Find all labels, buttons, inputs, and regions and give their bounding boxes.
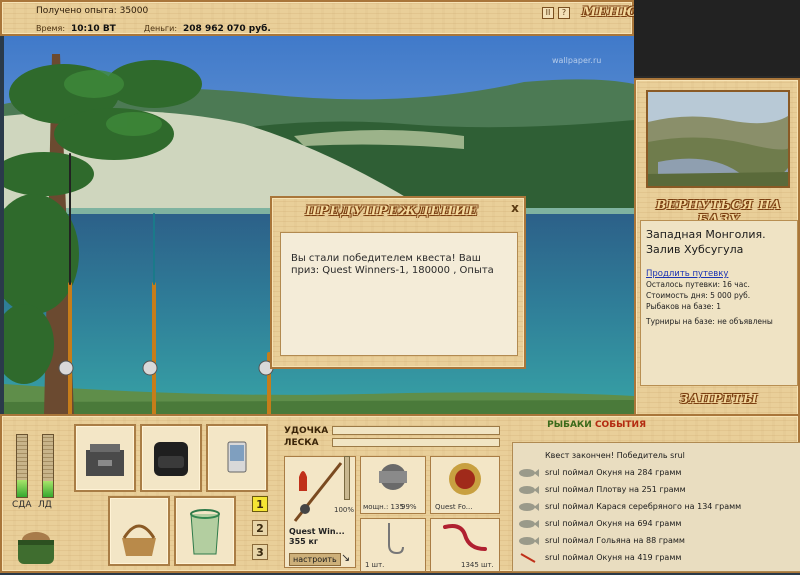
tackle-box-slot[interactable]	[74, 424, 136, 492]
bait-slot[interactable]: 1345 шт.	[430, 518, 500, 572]
events-panel: РЫБАКИ СОБЫТИЯ Квест закончен! Победител…	[508, 416, 800, 575]
tackle-box-icon	[86, 444, 124, 476]
location-photo	[646, 90, 790, 188]
bait-bag-icon[interactable]	[14, 526, 58, 566]
time-label: Время:	[36, 24, 66, 33]
list-item: srul поймал Карася серебряного на 134 гр…	[517, 498, 797, 515]
gauge-left-fill	[17, 479, 27, 497]
time-remaining: Осталось путевки: 16 час.	[646, 280, 750, 289]
keepnet-slot[interactable]	[174, 496, 236, 566]
rod-weight: 355 кг	[289, 537, 319, 546]
list-item: srul поймал Плотву на 251 грамм	[517, 481, 797, 498]
event-text: srul поймал Окуня на 419 грамм	[545, 553, 682, 562]
line-label: ЛЕСКА	[284, 438, 319, 448]
phone-icon	[227, 441, 247, 473]
list-item: Квест закончен! Победитель srul	[517, 447, 797, 464]
status-row: Время: 10:10 ВТ Деньги: 208 962 070 руб.	[36, 24, 271, 34]
event-text: srul поймал Плотву на 251 грамм	[545, 485, 686, 494]
watermark: wallpaper.ru	[552, 56, 602, 65]
tab-anglers[interactable]: РЫБАКИ	[547, 420, 592, 430]
worm-icon	[443, 524, 487, 551]
phone-slot[interactable]	[206, 424, 268, 492]
money-label: Деньги:	[143, 24, 178, 33]
event-text: srul поймал Гольяна на 88 грамм	[545, 536, 685, 545]
experience-text: Получено опыта: 35000	[36, 6, 149, 16]
events-list: Квест закончен! Победитель srul srul пой…	[512, 442, 800, 572]
gauge-left-label: СДА	[12, 500, 32, 510]
day-cost: Стоимость дня: 5 000 руб.	[646, 291, 751, 300]
list-item: srul поймал Окуня на 284 грамм	[517, 464, 797, 481]
bans-button[interactable]: ЗАПРЕТЫ	[642, 392, 796, 406]
dialog-title: ПРЕДУПРЕЖДЕНИЕ	[305, 204, 479, 219]
hook-slot[interactable]: 1 шт.	[360, 518, 426, 572]
tab-events[interactable]: СОБЫТИЯ	[595, 420, 646, 430]
extend-trip-link[interactable]: Продлить путевку	[646, 269, 792, 279]
hook-icon	[388, 523, 404, 555]
tournaments-status: Турниры на базе: не объявлены	[646, 317, 773, 326]
rod-3-button[interactable]: 3	[252, 544, 268, 560]
reel-power: мощн.: 135	[363, 503, 404, 511]
fish-icon	[519, 519, 539, 528]
list-item: srul поймал Окуня на 419 грамм	[517, 549, 797, 566]
reel-icon	[379, 464, 407, 490]
info-icon	[517, 450, 539, 462]
basket-icon	[122, 524, 156, 556]
top-status-bar: Получено опыта: 35000 Время: 10:10 ВТ Де…	[0, 0, 638, 36]
gauge-left	[16, 434, 28, 498]
event-text: srul поймал Окуня на 284 грамм	[545, 468, 682, 477]
reel-slot[interactable]: мощн.: 135 99%	[360, 456, 426, 514]
keepnet-icon	[190, 509, 220, 555]
time-value: 10:10 ВТ	[71, 24, 116, 34]
bottom-panel: СДА ЛД 1 2 3 УДОЧКА ЛЕСКА Quest Win... 3…	[0, 414, 800, 573]
anglers-count: Рыбаков на базе: 1	[646, 302, 721, 311]
rod-percent: 100%	[334, 506, 355, 514]
right-panel: ВЕРНУТЬСЯ НА БАЗУ Западная Монголия. Зал…	[634, 0, 800, 420]
fish-icon	[519, 502, 539, 511]
rod-bar	[332, 426, 500, 435]
help-button[interactable]: ?	[558, 6, 570, 19]
location-panel: ВЕРНУТЬСЯ НА БАЗУ Западная Монголия. Зал…	[634, 78, 800, 420]
event-text: Квест закончен! Победитель srul	[545, 451, 685, 460]
backpack-icon	[154, 442, 188, 476]
basket-slot[interactable]	[108, 496, 170, 566]
spool-icon	[449, 463, 481, 495]
gauge-right	[42, 434, 54, 498]
rod-condition-bar	[344, 456, 350, 500]
gauge-right-fill	[43, 480, 53, 497]
rod-2-button[interactable]: 2	[252, 520, 268, 536]
reel-percent: 99%	[401, 503, 417, 511]
dialog-message: Вы стали победителем квеста! Ваш приз: Q…	[280, 232, 518, 356]
right-panel-top	[634, 0, 800, 76]
backpack-slot[interactable]	[140, 424, 202, 492]
rod-name: Quest Win...	[289, 527, 345, 536]
line-name: Quest Fo...	[435, 503, 473, 511]
expand-icon[interactable]: ↘	[341, 551, 350, 564]
list-item: srul поймал Окуня на 694 грамм	[517, 515, 797, 532]
fish-icon	[519, 485, 539, 494]
rod-1-button[interactable]: 1	[252, 496, 268, 512]
top-controls: II ? МЕНЮ	[542, 5, 639, 20]
event-text: srul поймал Карася серебряного на 134 гр…	[545, 502, 742, 511]
line-slot[interactable]: Quest Fo...	[430, 456, 500, 514]
fish-icon	[519, 468, 539, 477]
fish-icon	[519, 536, 539, 545]
events-tabs: РЫБАКИ СОБЫТИЯ	[508, 420, 798, 430]
money-value: 208 962 070 руб.	[183, 24, 271, 34]
gauge-right-label: ЛД	[38, 500, 52, 510]
configure-button[interactable]: настроить	[289, 553, 341, 566]
location-info: Западная Монголия. Залив Хубсугула Продл…	[640, 220, 798, 386]
hook-count: 1 шт.	[365, 561, 385, 569]
menu-button[interactable]: МЕНЮ	[582, 5, 639, 20]
line-bar	[332, 438, 500, 447]
location-name: Западная Монголия. Залив Хубсугула	[646, 228, 766, 256]
close-icon[interactable]: x	[508, 202, 522, 216]
list-item: srul поймал Гольяна на 88 грамм	[517, 532, 797, 549]
bait-count: 1345 шт.	[461, 561, 494, 569]
rod-panel: УДОЧКА ЛЕСКА Quest Win... 355 кг настрои…	[280, 422, 504, 573]
rod-label: УДОЧКА	[284, 426, 329, 436]
warning-dialog: ПРЕДУПРЕЖДЕНИЕ x Вы стали победителем кв…	[270, 196, 526, 369]
float-icon	[520, 552, 536, 563]
pause-button[interactable]: II	[542, 6, 554, 19]
event-text: srul поймал Окуня на 694 грамм	[545, 519, 682, 528]
